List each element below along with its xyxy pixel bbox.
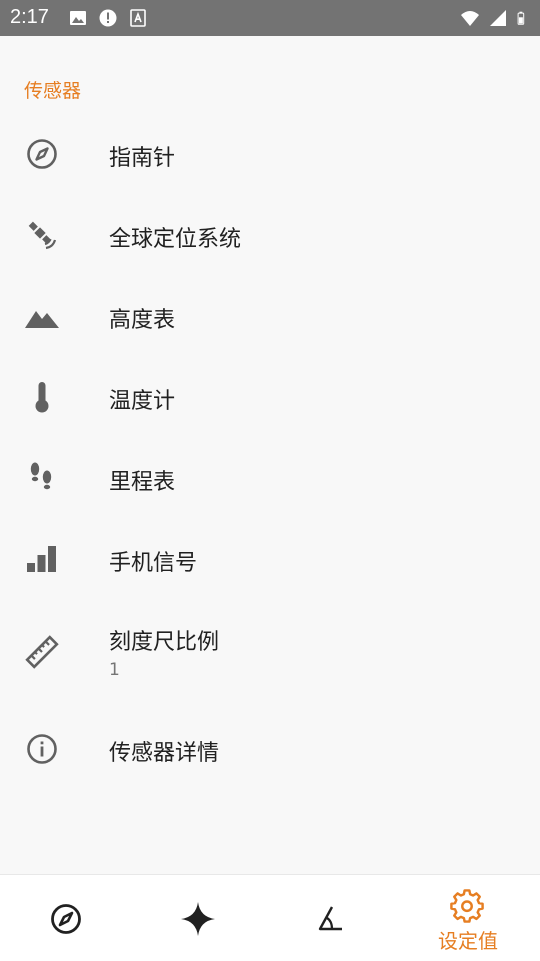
status-notification-icons bbox=[68, 8, 148, 28]
image-icon bbox=[70, 11, 86, 25]
nav-angle[interactable] bbox=[264, 875, 396, 961]
gear-icon bbox=[450, 889, 484, 923]
status-bar: 2:17 bbox=[0, 0, 540, 36]
setting-label: 全球定位系统 bbox=[109, 227, 242, 252]
footsteps-icon bbox=[30, 462, 52, 490]
status-time: 2:17 bbox=[10, 6, 49, 28]
setting-odometer[interactable]: 里程表 bbox=[0, 438, 540, 518]
compass-icon bbox=[51, 904, 81, 934]
nav-star[interactable] bbox=[132, 875, 264, 961]
wifi-icon bbox=[461, 11, 479, 26]
setting-label: 高度表 bbox=[109, 308, 176, 333]
thermometer-icon bbox=[35, 382, 49, 413]
setting-cell-signal[interactable]: 手机信号 bbox=[0, 519, 540, 599]
signal-bars-icon bbox=[27, 546, 56, 572]
nav-settings[interactable]: 设定值 bbox=[402, 875, 534, 961]
star-icon bbox=[181, 902, 215, 936]
alert-icon bbox=[99, 9, 117, 27]
battery-icon bbox=[517, 11, 525, 25]
settings-screen: 传感器 指南针 全球定位系统 高度表 温度计 里程表 手机信号 刻度尺比例 1 … bbox=[0, 36, 540, 874]
setting-label: 刻度尺比例 bbox=[109, 630, 220, 655]
status-system-icons bbox=[460, 8, 530, 28]
info-icon bbox=[27, 734, 57, 764]
mountain-icon bbox=[25, 311, 59, 328]
setting-sensor-details[interactable]: 传感器详情 bbox=[0, 709, 540, 789]
setting-thermometer[interactable]: 温度计 bbox=[0, 357, 540, 437]
nav-label-settings: 设定值 bbox=[438, 929, 498, 953]
setting-altimeter[interactable]: 高度表 bbox=[0, 276, 540, 356]
signal-icon bbox=[490, 10, 506, 26]
angle-icon bbox=[318, 906, 342, 931]
setting-label: 手机信号 bbox=[109, 551, 198, 576]
nav-compass[interactable] bbox=[0, 875, 132, 961]
setting-ruler-scale[interactable]: 刻度尺比例 1 bbox=[0, 602, 540, 702]
setting-label: 里程表 bbox=[109, 470, 176, 495]
setting-label: 指南针 bbox=[109, 146, 176, 171]
ruler-icon bbox=[25, 635, 59, 669]
satellite-icon bbox=[28, 221, 57, 250]
setting-compass[interactable]: 指南针 bbox=[0, 114, 540, 194]
setting-label: 传感器详情 bbox=[109, 741, 220, 766]
compass-icon bbox=[27, 139, 57, 169]
bottom-navigation: 设定值 bbox=[0, 874, 540, 961]
text-icon bbox=[130, 9, 146, 27]
setting-label: 温度计 bbox=[109, 389, 176, 414]
setting-summary: 1 bbox=[109, 660, 120, 680]
section-title-sensors: 传感器 bbox=[24, 80, 82, 102]
setting-gps[interactable]: 全球定位系统 bbox=[0, 195, 540, 275]
